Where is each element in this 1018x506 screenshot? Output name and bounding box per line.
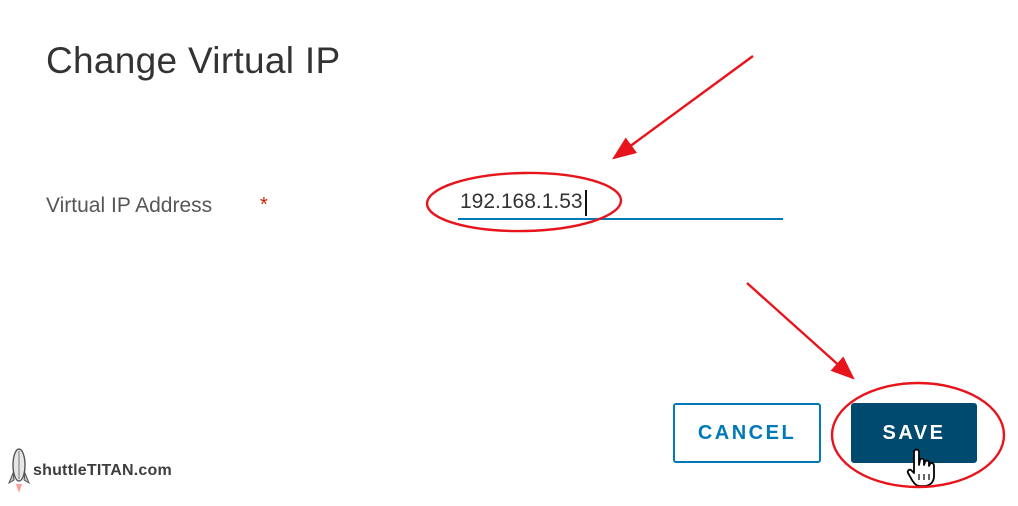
- dialog-title: Change Virtual IP: [46, 40, 341, 81]
- hand-pointer-icon: [906, 448, 935, 487]
- text-caret: [585, 190, 587, 216]
- virtual-ip-input[interactable]: [458, 186, 783, 220]
- cancel-button[interactable]: CANCEL: [673, 403, 821, 463]
- required-marker: *: [260, 194, 268, 216]
- rocket-icon: [8, 448, 30, 493]
- watermark-logo: shuttleTITAN.com: [8, 443, 172, 499]
- watermark-text: shuttleTITAN.com: [33, 462, 172, 479]
- change-virtual-ip-dialog: Change Virtual IP Virtual IP Address * C…: [0, 0, 1018, 506]
- virtual-ip-label: Virtual IP Address: [46, 194, 213, 217]
